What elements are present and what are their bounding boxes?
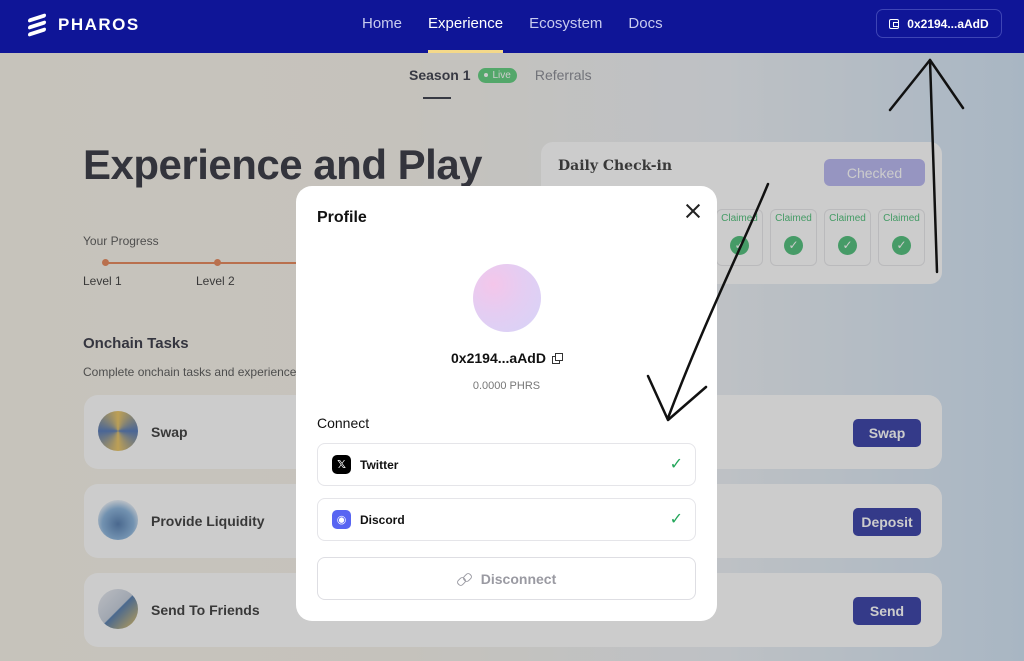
disconnect-button[interactable]: Disconnect	[317, 557, 696, 600]
balance: 0.0000 PHRS	[472, 380, 541, 392]
nav-docs-link[interactable]: Docs	[628, 0, 662, 53]
discord-label: Discord	[360, 513, 405, 527]
check-icon: ✓	[669, 456, 683, 473]
brand-name: PHAROS	[58, 15, 140, 34]
modal-title: Profile	[317, 209, 367, 226]
unlink-icon	[457, 572, 471, 586]
nav-home-link[interactable]: Home	[362, 0, 402, 53]
nav-ecosystem-link[interactable]: Ecosystem	[529, 0, 602, 53]
wallet-address: 0x2194...aAdD	[907, 16, 989, 31]
wallet-button[interactable]: 0x2194...aAdD	[876, 9, 1002, 38]
x-icon: 𝕏	[332, 455, 351, 474]
discord-connection[interactable]: ◉ Discord ✓	[317, 498, 696, 541]
pharos-logo[interactable]: PHAROS	[26, 12, 140, 38]
twitter-label: Twitter	[360, 458, 399, 472]
pharos-logo-icon	[26, 12, 48, 38]
top-navbar: PHAROS Home Experience Ecosystem Docs 0x…	[0, 0, 1024, 53]
wallet-address: 0x2194...aAdD	[451, 350, 546, 366]
wallet-icon	[889, 18, 900, 29]
connect-label: Connect	[317, 415, 370, 431]
profile-modal: Profile 0x2194...aAdD 0.0000 PHRS Connec…	[296, 186, 717, 621]
check-icon: ✓	[669, 511, 683, 528]
nav-experience-link[interactable]: Experience	[428, 0, 504, 53]
close-icon[interactable]	[680, 198, 706, 224]
nav-links: Home Experience Ecosystem Docs	[362, 0, 663, 53]
disconnect-label: Disconnect	[480, 570, 557, 587]
discord-icon: ◉	[332, 510, 351, 529]
address-row: 0x2194...aAdD	[296, 350, 717, 366]
twitter-connection[interactable]: 𝕏 Twitter ✓	[317, 443, 696, 486]
copy-icon[interactable]	[551, 353, 563, 364]
avatar	[473, 264, 541, 332]
